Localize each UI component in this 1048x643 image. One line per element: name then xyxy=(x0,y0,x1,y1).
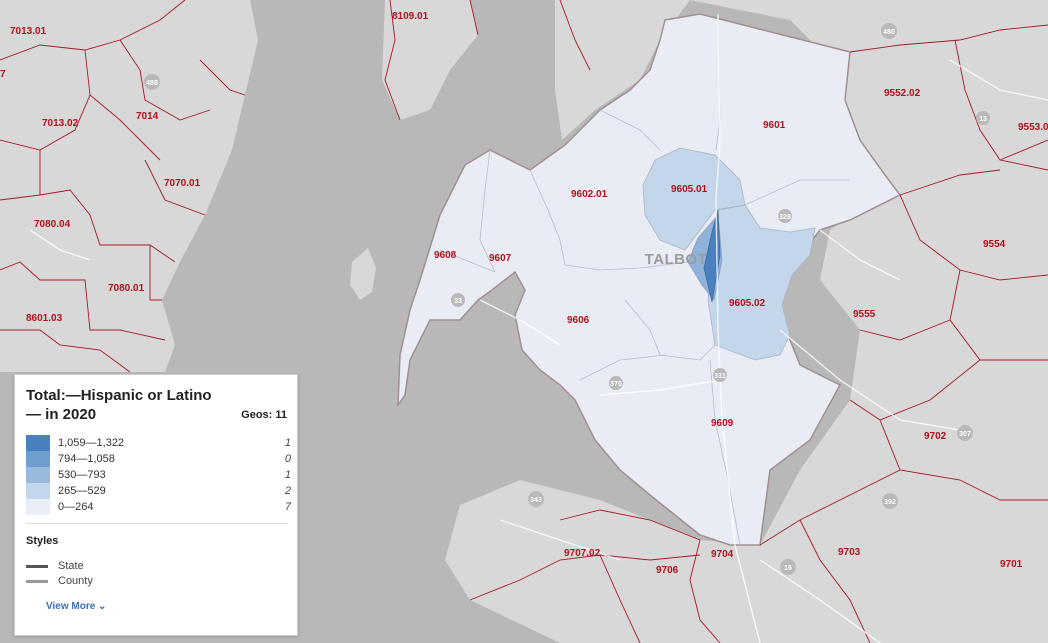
legend-title: Total:—Hispanic or Latino— in 2020 xyxy=(26,387,212,423)
svg-text:13: 13 xyxy=(979,116,987,123)
tract-label-9706: 9706 xyxy=(656,565,679,576)
style-label: County xyxy=(58,575,93,587)
tract-label-9553: 9553.0 xyxy=(1018,122,1048,133)
shield-13-icon: 13 xyxy=(976,111,990,125)
tract-label-9704: 9704 xyxy=(711,549,734,560)
county-line-icon xyxy=(26,579,48,583)
legend-count: 1 xyxy=(284,469,291,481)
legend-divider xyxy=(26,523,288,524)
svg-text:392: 392 xyxy=(884,499,896,506)
tract-label-8109-01: 8109.01 xyxy=(392,11,429,22)
style-row-county: County xyxy=(26,575,93,587)
legend-geos-count: Geos: 11 xyxy=(241,409,287,421)
svg-text:480: 480 xyxy=(883,29,895,36)
shield-331-icon: 331 xyxy=(713,368,727,382)
shield-480-icon: 480 xyxy=(881,23,897,39)
tract-label-7: 7 xyxy=(0,69,6,80)
legend-range: 1,059—1,322 xyxy=(58,437,125,449)
shield-343-icon: 343 xyxy=(528,491,544,507)
tract-label-9605-02: 9605.02 xyxy=(729,298,766,309)
legend-row: 1,059—1,322 1 xyxy=(26,435,291,451)
legend-swatch xyxy=(26,499,50,515)
svg-text:16: 16 xyxy=(784,565,792,572)
tract-label-7070-01: 7070.01 xyxy=(164,178,201,189)
legend-row: 265—529 2 xyxy=(26,483,291,499)
tract-label-7013-02: 7013.02 xyxy=(42,118,79,129)
legend-rows: 1,059—1,322 1 794—1,058 0 530—793 1 265—… xyxy=(26,435,291,515)
legend-swatch xyxy=(26,451,50,467)
svg-text:331: 331 xyxy=(714,373,726,380)
legend-row: 794—1,058 0 xyxy=(26,451,291,467)
shield-16-icon: 16 xyxy=(780,559,796,575)
tract-label-9554: 9554 xyxy=(983,239,1006,250)
county-label-talbot: TALBOT xyxy=(645,251,708,268)
svg-text:343: 343 xyxy=(530,497,542,504)
legend-swatch xyxy=(26,467,50,483)
tract-label-9601: 9601 xyxy=(763,120,786,131)
style-label: State xyxy=(58,560,84,572)
shield-488-icon: 488 xyxy=(144,74,160,90)
tract-label-9552-02: 9552.02 xyxy=(884,88,921,99)
shield-328-icon: 328 xyxy=(778,209,792,223)
tract-label-7080-04: 7080.04 xyxy=(34,219,71,230)
style-row-state: State xyxy=(26,560,84,572)
legend-count: 7 xyxy=(284,501,291,513)
tract-label-9702: 9702 xyxy=(924,431,947,442)
legend-panel: Total:—Hispanic or Latino— in 2020 Geos:… xyxy=(14,374,298,636)
shield-307-icon: 307 xyxy=(957,425,973,441)
tract-label-9555: 9555 xyxy=(853,309,876,320)
tract-label-7080-01: 7080.01 xyxy=(108,283,145,294)
view-more-link[interactable]: View More ⌄ xyxy=(46,601,106,612)
tract-label-9608: 9608 xyxy=(434,250,457,261)
legend-row: 530—793 1 xyxy=(26,467,291,483)
legend-range: 530—793 xyxy=(58,469,106,481)
styles-title: Styles xyxy=(26,535,59,547)
tract-label-9605-01: 9605.01 xyxy=(671,184,708,195)
shield-392-icon: 392 xyxy=(882,493,898,509)
tract-label-7014: 7014 xyxy=(136,111,159,122)
tract-label-9606: 9606 xyxy=(567,315,590,326)
legend-swatch xyxy=(26,483,50,499)
svg-text:370: 370 xyxy=(610,381,622,388)
legend-count: 1 xyxy=(284,437,291,449)
tract-label-9701: 9701 xyxy=(1000,559,1023,570)
state-line-icon xyxy=(26,564,48,568)
svg-text:307: 307 xyxy=(959,431,971,438)
tract-label-8601-03: 8601.03 xyxy=(26,313,63,324)
legend-swatch xyxy=(26,435,50,451)
legend-range: 0—264 xyxy=(58,501,94,513)
legend-row: 0—264 7 xyxy=(26,499,291,515)
legend-range: 794—1,058 xyxy=(58,453,115,465)
tract-label-9707-02: 9707.02 xyxy=(564,548,601,559)
tract-label-9609: 9609 xyxy=(711,418,734,429)
legend-count: 0 xyxy=(284,453,291,465)
legend-count: 2 xyxy=(284,485,291,497)
svg-text:33: 33 xyxy=(454,298,462,305)
tract-label-9602-01: 9602.01 xyxy=(571,189,608,200)
svg-text:488: 488 xyxy=(146,80,158,87)
tract-label-9703: 9703 xyxy=(838,547,861,558)
tract-label-7013-01: 7013.01 xyxy=(10,26,47,37)
legend-range: 265—529 xyxy=(58,485,106,497)
shield-370-icon: 370 xyxy=(609,376,623,390)
shield-33-icon: 33 xyxy=(451,293,465,307)
svg-text:328: 328 xyxy=(779,214,791,221)
tract-label-9607: 9607 xyxy=(489,253,512,264)
